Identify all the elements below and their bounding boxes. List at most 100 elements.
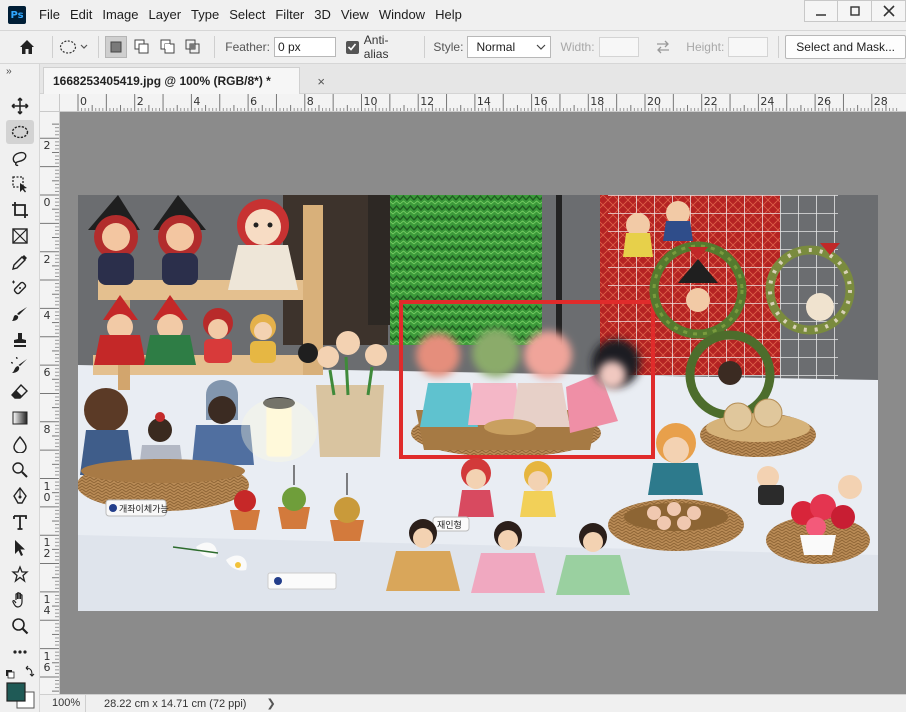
new-selection-button[interactable] <box>105 36 127 58</box>
brush-tool[interactable] <box>6 302 34 326</box>
menu-3d[interactable]: 3D <box>309 0 336 30</box>
panel-collapse-icon[interactable]: ›› <box>6 66 12 77</box>
ruler-h-label: 24 <box>760 95 775 108</box>
swap-width-height-button[interactable] <box>653 36 675 58</box>
document-size-info: 28.22 cm x 14.71 cm (72 ppi) <box>104 697 247 710</box>
more-dots-icon <box>13 650 27 654</box>
clone-stamp-tool[interactable] <box>6 328 34 352</box>
move-tool[interactable] <box>6 94 34 118</box>
color-swatches <box>4 664 38 710</box>
gradient-tool[interactable] <box>6 406 34 430</box>
pen-tool[interactable] <box>6 484 34 508</box>
crop-tool[interactable] <box>6 198 34 222</box>
add-selection-icon <box>134 39 149 54</box>
zoom-icon <box>12 618 29 635</box>
width-label: Width: <box>560 40 595 54</box>
blur-icon <box>13 435 27 453</box>
tools-panel: ›› <box>0 64 40 712</box>
document-tab-title: 1668253405419.jpg @ 100% (RGB/8*) * <box>53 74 271 88</box>
menu-bar: Ps File Edit Image Layer Type Select Fil… <box>0 0 906 30</box>
ruler-origin[interactable] <box>40 94 60 112</box>
ruler-v-label: 10 <box>43 479 51 504</box>
path-selection-tool[interactable] <box>6 536 34 560</box>
document-tab-bar: 1668253405419.jpg @ 100% (RGB/8*) * × <box>40 64 906 94</box>
intersect-selection-button[interactable] <box>183 36 205 58</box>
height-label: Height: <box>686 40 725 54</box>
ruler-h-label: 0 <box>80 95 87 108</box>
type-tool[interactable] <box>6 510 34 534</box>
menu-file[interactable]: File <box>34 0 65 30</box>
frame-tool[interactable] <box>6 224 34 248</box>
edit-toolbar-button[interactable] <box>6 640 34 664</box>
antialias-checkbox[interactable]: Anti-alias <box>345 33 413 61</box>
zoom-level[interactable]: 100% <box>40 694 86 712</box>
eraser-icon <box>11 383 28 399</box>
horizontal-ruler[interactable]: 0 2 4 6 8 10 12 14 16 18 20 22 24 26 28 <box>60 94 906 112</box>
ruler-v-label: 2 <box>43 252 51 266</box>
menu-layer[interactable]: Layer <box>144 0 187 30</box>
add-to-selection-button[interactable] <box>131 36 153 58</box>
menu-edit[interactable]: Edit <box>65 0 97 30</box>
options-bar: Feather: Anti-alias Style: Normal Width:… <box>0 30 906 64</box>
frame-icon <box>12 228 28 244</box>
photo-sign-2-text: 재인형 <box>437 520 462 531</box>
width-input[interactable] <box>598 37 639 57</box>
swap-colors-icon[interactable] <box>25 665 35 677</box>
home-button[interactable] <box>16 36 38 58</box>
spot-healing-brush-tool[interactable] <box>6 276 34 300</box>
zoom-tool[interactable] <box>6 614 34 638</box>
style-value: Normal <box>476 40 516 54</box>
minimize-button[interactable] <box>804 0 838 22</box>
separator <box>424 36 426 58</box>
height-input[interactable] <box>728 37 769 57</box>
menu-view[interactable]: View <box>336 0 374 30</box>
object-selection-tool[interactable] <box>6 172 34 196</box>
ruler-h-label: 10 <box>363 95 378 108</box>
photo-content: 개좌이체가능 재인형 <box>78 195 878 611</box>
ruler-v-label: 2 <box>43 139 51 153</box>
antialias-label: Anti-alias <box>363 33 389 61</box>
close-icon <box>882 5 895 17</box>
menu-help[interactable]: Help <box>430 0 467 30</box>
ruler-v-label: 0 <box>43 196 51 209</box>
select-and-mask-button[interactable]: Select and Mask... <box>785 35 906 59</box>
intersect-selection-icon <box>185 39 200 54</box>
photoshop-logo-icon: Ps <box>8 6 26 24</box>
history-brush-tool[interactable] <box>6 354 34 378</box>
lasso-tool[interactable] <box>6 146 34 170</box>
menu-select[interactable]: Select <box>224 0 270 30</box>
tool-preset-picker[interactable] <box>59 36 93 58</box>
foreground-color-swatch[interactable] <box>6 682 26 702</box>
close-tab-icon[interactable]: × <box>317 74 325 89</box>
vertical-ruler[interactable]: 2 0 2 4 6 8 10 12 14 16 <box>40 112 60 694</box>
default-colors-icon[interactable] <box>6 670 15 679</box>
close-window-button[interactable] <box>872 0 906 22</box>
elliptical-marquee-tool[interactable] <box>6 120 34 144</box>
blur-tool[interactable] <box>6 432 34 456</box>
menu-type[interactable]: Type <box>186 0 224 30</box>
status-bar: 100% 28.22 cm x 14.71 cm (72 ppi) ❯ <box>40 694 906 712</box>
menu-window[interactable]: Window <box>374 0 430 30</box>
ruler-h-label: 26 <box>817 95 832 108</box>
hand-icon <box>12 592 23 608</box>
document-tab[interactable]: 1668253405419.jpg @ 100% (RGB/8*) * × <box>43 67 325 94</box>
menu-filter[interactable]: Filter <box>270 0 309 30</box>
dodge-tool[interactable] <box>6 458 34 482</box>
document-image[interactable]: 개좌이체가능 재인형 <box>78 195 878 611</box>
status-menu-arrow-icon[interactable]: ❯ <box>266 697 275 710</box>
ruler-v-label: 14 <box>43 592 51 617</box>
custom-shape-tool[interactable] <box>6 562 34 586</box>
minimize-icon <box>816 14 826 16</box>
canvas-pasteboard[interactable]: 개좌이체가능 재인형 <box>60 112 906 694</box>
style-select[interactable]: Normal <box>467 36 551 58</box>
ruler-h-label: 12 <box>420 95 435 108</box>
subtract-from-selection-button[interactable] <box>157 36 179 58</box>
hand-tool[interactable] <box>6 588 34 612</box>
restore-button[interactable] <box>838 0 872 22</box>
home-icon <box>19 40 34 54</box>
eraser-tool[interactable] <box>6 380 34 404</box>
menu-image[interactable]: Image <box>97 0 143 30</box>
eyedropper-tool[interactable] <box>6 250 34 274</box>
ruler-h-label: 14 <box>476 95 491 108</box>
feather-input[interactable] <box>273 37 336 57</box>
